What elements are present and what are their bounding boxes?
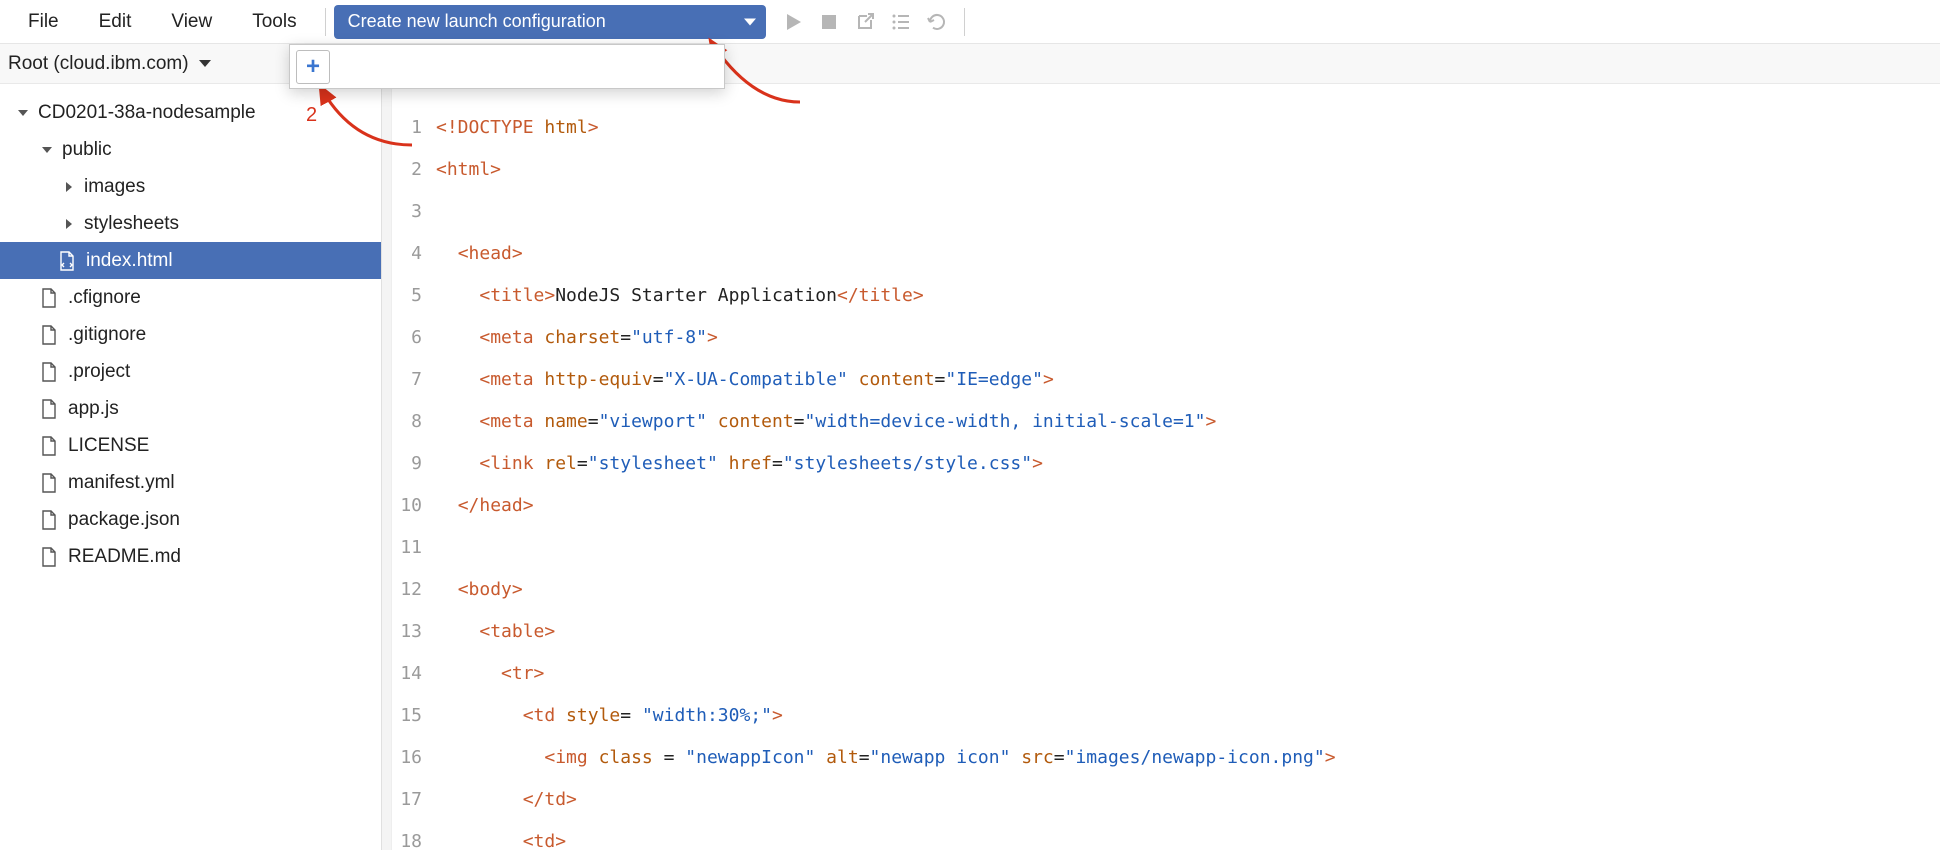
tree-label: .cfignore <box>68 287 141 309</box>
code-line: <meta name="viewport" content="width=dev… <box>436 411 1216 432</box>
chevron-right-icon <box>62 217 76 231</box>
editor-area: 1<!DOCTYPE html> 2<html> 3 4 <head> 5 <t… <box>382 84 1940 850</box>
chevron-down-icon <box>40 143 54 157</box>
tree-label: index.html <box>86 250 173 272</box>
code-editor[interactable]: 1<!DOCTYPE html> 2<html> 3 4 <head> 5 <t… <box>392 84 1940 850</box>
tree-file-appjs[interactable]: app.js <box>0 390 381 427</box>
tree-file-license[interactable]: LICENSE <box>0 427 381 464</box>
breadcrumb-root: Root (cloud.ibm.com) <box>8 53 189 75</box>
add-launch-config-button[interactable]: + <box>296 50 330 84</box>
chevron-down-icon <box>16 106 30 120</box>
code-line: <tr> <box>436 663 544 684</box>
chevron-right-icon <box>62 180 76 194</box>
tree-label: .project <box>68 361 130 383</box>
chevron-down-icon <box>744 18 756 25</box>
line-number: 3 <box>392 201 436 222</box>
tree-file-cfignore[interactable]: .cfignore <box>0 279 381 316</box>
code-line: <body> <box>436 579 523 600</box>
launch-config-dropdown: + <box>289 44 725 89</box>
plus-icon: + <box>306 53 320 81</box>
code-line: </head> <box>436 495 534 516</box>
play-icon[interactable] <box>782 11 804 33</box>
file-icon <box>40 287 58 309</box>
tree-label: images <box>84 176 145 198</box>
separator <box>325 8 326 36</box>
editor-gutter <box>382 84 392 850</box>
run-toolbar <box>782 11 948 33</box>
line-number: 8 <box>392 411 436 432</box>
line-number: 6 <box>392 327 436 348</box>
code-line: <table> <box>436 621 555 642</box>
tree-file-gitignore[interactable]: .gitignore <box>0 316 381 353</box>
file-icon <box>40 324 58 346</box>
tree-file-manifest[interactable]: manifest.yml <box>0 464 381 501</box>
code-line: <td> <box>436 831 566 850</box>
tree-label: package.json <box>68 509 180 531</box>
line-number: 2 <box>392 159 436 180</box>
code-line: <title>NodeJS Starter Application</title… <box>436 285 924 306</box>
line-number: 7 <box>392 369 436 390</box>
launch-config-select[interactable]: Create new launch configuration <box>334 5 766 39</box>
open-external-icon[interactable] <box>854 11 876 33</box>
code-line: <img class = "newappIcon" alt="newapp ic… <box>436 747 1336 768</box>
line-number: 16 <box>392 747 436 768</box>
line-number: 11 <box>392 537 436 558</box>
line-number: 13 <box>392 621 436 642</box>
menu-edit[interactable]: Edit <box>79 0 152 43</box>
code-line: <head> <box>436 243 523 264</box>
line-number: 12 <box>392 579 436 600</box>
html-file-icon <box>58 250 76 272</box>
code-line: <meta http-equiv="X-UA-Compatible" conte… <box>436 369 1054 390</box>
launch-config-label: Create new launch configuration <box>348 11 606 32</box>
code-line: <link rel="stylesheet" href="stylesheets… <box>436 453 1043 474</box>
stop-icon[interactable] <box>818 11 840 33</box>
tree-folder-stylesheets[interactable]: stylesheets <box>0 205 381 242</box>
tree-label: CD0201-38a-nodesample <box>38 102 256 124</box>
js-file-icon <box>40 398 58 420</box>
tree-label: stylesheets <box>84 213 179 235</box>
tree-file-readme[interactable]: README.md <box>0 538 381 575</box>
tree-file-package[interactable]: package.json <box>0 501 381 538</box>
file-icon <box>40 361 58 383</box>
tree-file-project[interactable]: .project <box>0 353 381 390</box>
menu-view[interactable]: View <box>151 0 232 43</box>
main: CD0201-38a-nodesample public images styl… <box>0 84 1940 850</box>
tree-label: LICENSE <box>68 435 149 457</box>
tree-folder-root[interactable]: CD0201-38a-nodesample <box>0 94 381 131</box>
line-number: 4 <box>392 243 436 264</box>
line-number: 14 <box>392 663 436 684</box>
md-file-icon <box>40 546 58 568</box>
line-number: 1 <box>392 117 436 138</box>
line-number: 5 <box>392 285 436 306</box>
file-icon <box>40 435 58 457</box>
list-icon[interactable] <box>890 11 912 33</box>
tree-file-index-html[interactable]: index.html <box>0 242 381 279</box>
chevron-down-icon <box>199 60 211 67</box>
line-number: 17 <box>392 789 436 810</box>
tree-label: manifest.yml <box>68 472 175 494</box>
line-number: 18 <box>392 831 436 850</box>
code-line: </td> <box>436 789 577 810</box>
line-number: 9 <box>392 453 436 474</box>
json-file-icon <box>40 509 58 531</box>
menu-tools[interactable]: Tools <box>232 0 316 43</box>
tree-label: .gitignore <box>68 324 146 346</box>
line-number: 15 <box>392 705 436 726</box>
undo-icon[interactable] <box>926 11 948 33</box>
tree-folder-images[interactable]: images <box>0 168 381 205</box>
separator <box>964 8 965 36</box>
line-number: 10 <box>392 495 436 516</box>
menubar: File Edit View Tools Create new launch c… <box>0 0 1940 44</box>
code-line: <td style= "width:30%;"> <box>436 705 783 726</box>
yml-file-icon <box>40 472 58 494</box>
tree-folder-public[interactable]: public <box>0 131 381 168</box>
code-line: <meta charset="utf-8"> <box>436 327 718 348</box>
menu-file[interactable]: File <box>8 0 79 43</box>
file-tree: CD0201-38a-nodesample public images styl… <box>0 84 382 850</box>
tree-label: README.md <box>68 546 181 568</box>
code-line: <html> <box>436 159 501 180</box>
tree-label: public <box>62 139 112 161</box>
code-line: <!DOCTYPE html> <box>436 117 599 138</box>
tree-label: app.js <box>68 398 119 420</box>
